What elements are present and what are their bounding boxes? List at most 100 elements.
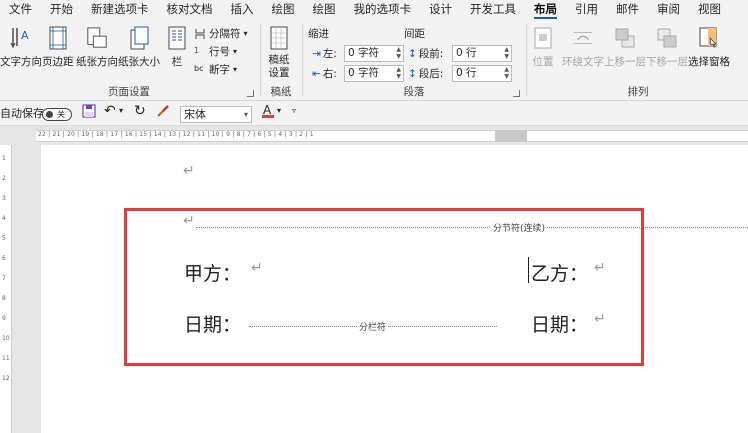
paragraph-launcher[interactable] [513,90,520,97]
spacing-before-input[interactable]: 0 行 ▲ ▼ [452,45,512,62]
orientation-button[interactable]: 纸张方向 [76,24,118,69]
text-direction-button[interactable]: A 文字方向 [0,24,42,69]
chevron-down-icon: ▾ [243,110,248,119]
tab-draw-2[interactable]: 绘图 [304,0,345,20]
tab-view[interactable]: 视图 [689,0,730,20]
tab-draw[interactable]: 绘图 [263,0,304,20]
tab-insert[interactable]: 插入 [222,0,263,20]
save-icon[interactable] [82,104,96,121]
size-icon [128,24,150,52]
tab-file[interactable]: 文件 [0,0,41,20]
tab-mailings[interactable]: 邮件 [607,0,648,20]
indent-right-label-wrap: ⇤ 右: [312,66,337,81]
tab-proofing[interactable]: 核对文档 [158,0,222,20]
ruler-margin-area [495,130,527,142]
draft-paper-settings-button[interactable]: 稿纸 设置 [268,24,290,80]
spacing-before-label: 段前: [418,48,444,60]
spacing-after-input[interactable]: 0 行 ▲ ▼ [452,65,512,82]
bring-forward-label: 上移一层 [604,56,646,68]
font-color-button[interactable]: A [261,103,275,122]
group-separator [260,24,261,96]
tab-references[interactable]: 引用 [566,0,607,20]
orientation-label: 纸张方向 [76,56,118,68]
draft-paper-settings-label: 稿纸 设置 [268,54,290,79]
page-setup-launcher[interactable] [247,90,254,97]
indent-right-input[interactable]: 0 字符 ▲ ▼ [344,65,404,82]
tab-new-tab[interactable]: 新建选项卡 [82,0,158,20]
spacing-before-value: 0 行 [456,47,477,59]
spacing-before-label-wrap: ↕ 段前: [408,46,443,61]
breaks-label: 分隔符 [209,28,241,40]
columns-label: 栏 [171,56,183,68]
paragraph-group: 缩进 间距 ⇥ 左: 0 字符 ▲ ▼ ⇤ 右: 0 字符 ▲ ▼ ↕ 段前: 0 … [304,20,524,101]
text-direction-label: 文字方向 [0,56,42,68]
position-icon [532,24,554,52]
tab-developer[interactable]: 开发工具 [461,0,525,20]
vertical-ruler[interactable]: 1 2 3 4 5 6 7 8 9 10 11 12 [0,145,12,433]
columns-icon [166,24,188,52]
spacing-after-value: 0 行 [456,67,477,79]
paragraph-label: 段落 [403,86,425,98]
highlight-annotation-box [124,208,644,366]
chevron-down-icon[interactable]: ▾ [119,106,123,115]
chevron-down-icon: ▾ [243,29,248,38]
autosave-label: 自动保存 [0,107,44,120]
line-numbers-button[interactable]: 1 行号 ▾ [194,44,237,59]
bring-forward-icon [614,24,636,52]
svg-text:A: A [263,103,272,117]
chevron-down-icon[interactable]: ▾ [277,106,281,115]
horizontal-ruler[interactable]: 22 | 21 | 20 | 19 | 18 | 17 | 16 | 15 | … [0,127,748,145]
tab-home[interactable]: 开始 [41,0,82,20]
spin-arrows-icon[interactable]: ▲ ▼ [504,66,509,80]
ribbon-tabs: 文件 开始 新建选项卡 核对文档 插入 绘图 绘图 我的选项卡 设计 开发工具 … [0,0,748,20]
arrange-label: 排列 [627,86,649,98]
spin-arrows-icon[interactable]: ▲ ▼ [396,66,401,80]
wrap-text-button[interactable]: 环绕文字 [562,24,604,69]
selection-pane-button[interactable]: 选择窗格 [688,24,730,69]
orientation-icon [86,24,108,52]
spacing-after-icon: ↕ [408,67,417,80]
size-button[interactable]: 纸张大小 [118,24,160,69]
position-label: 位置 [532,56,554,68]
indent-left-input[interactable]: 0 字符 ▲ ▼ [344,45,404,62]
ribbon: A 文字方向 页边距 纸张方向 纸张大小 栏 分隔符 ▾ 1 行号 ▾ bc 断… [0,20,748,101]
margins-button[interactable]: 页边距 [42,24,74,69]
wrap-text-label: 环绕文字 [562,56,604,68]
group-separator [526,24,527,96]
position-button[interactable]: 位置 [532,24,554,69]
hyphenation-icon: bc [194,63,204,73]
draft-paper-group: 稿纸 设置 稿纸 [262,20,300,101]
send-backward-label: 下移一层 [646,56,688,68]
bring-forward-button[interactable]: 上移一层 [604,24,646,69]
hyphenation-button[interactable]: bc 断字 ▾ [194,62,237,77]
indent-heading: 缩进 [308,28,329,40]
columns-button[interactable]: 栏 [166,24,188,69]
indent-right-icon: ⇤ [312,67,321,80]
undo-icon[interactable]: ↶ [104,103,116,119]
page-setup-group: A 文字方向 页边距 纸张方向 纸张大小 栏 分隔符 ▾ 1 行号 ▾ bc 断… [0,20,258,101]
chevron-down-icon: ▾ [233,47,238,56]
autosave-toggle[interactable]: 关 [42,108,72,121]
font-name-select[interactable]: 宋体 ▾ [180,106,252,123]
redo-icon[interactable]: ↻ [134,103,146,119]
send-backward-button[interactable]: 下移一层 [646,24,688,69]
customize-qat-icon[interactable]: ▿ [292,106,296,115]
tab-my-tab[interactable]: 我的选项卡 [345,0,421,20]
spin-arrows-icon[interactable]: ▲ ▼ [396,46,401,60]
draft-paper-icon [268,24,290,52]
indent-right-value: 0 字符 [348,67,380,79]
hyphenation-label: 断字 [209,64,230,76]
spacing-before-icon: ↕ [408,47,417,60]
tab-review[interactable]: 审阅 [648,0,689,20]
margins-icon [47,24,69,52]
spin-arrows-icon[interactable]: ▲ ▼ [504,46,509,60]
tab-layout[interactable]: 布局 [525,0,566,20]
format-painter-icon[interactable] [156,104,170,121]
indent-right-label: 右: [322,68,337,80]
indent-left-label: 左: [322,48,337,60]
size-label: 纸张大小 [118,56,160,68]
breaks-button[interactable]: 分隔符 ▾ [194,26,248,41]
spacing-heading: 间距 [404,28,425,40]
wrap-text-icon [572,24,594,52]
tab-design[interactable]: 设计 [420,0,461,20]
